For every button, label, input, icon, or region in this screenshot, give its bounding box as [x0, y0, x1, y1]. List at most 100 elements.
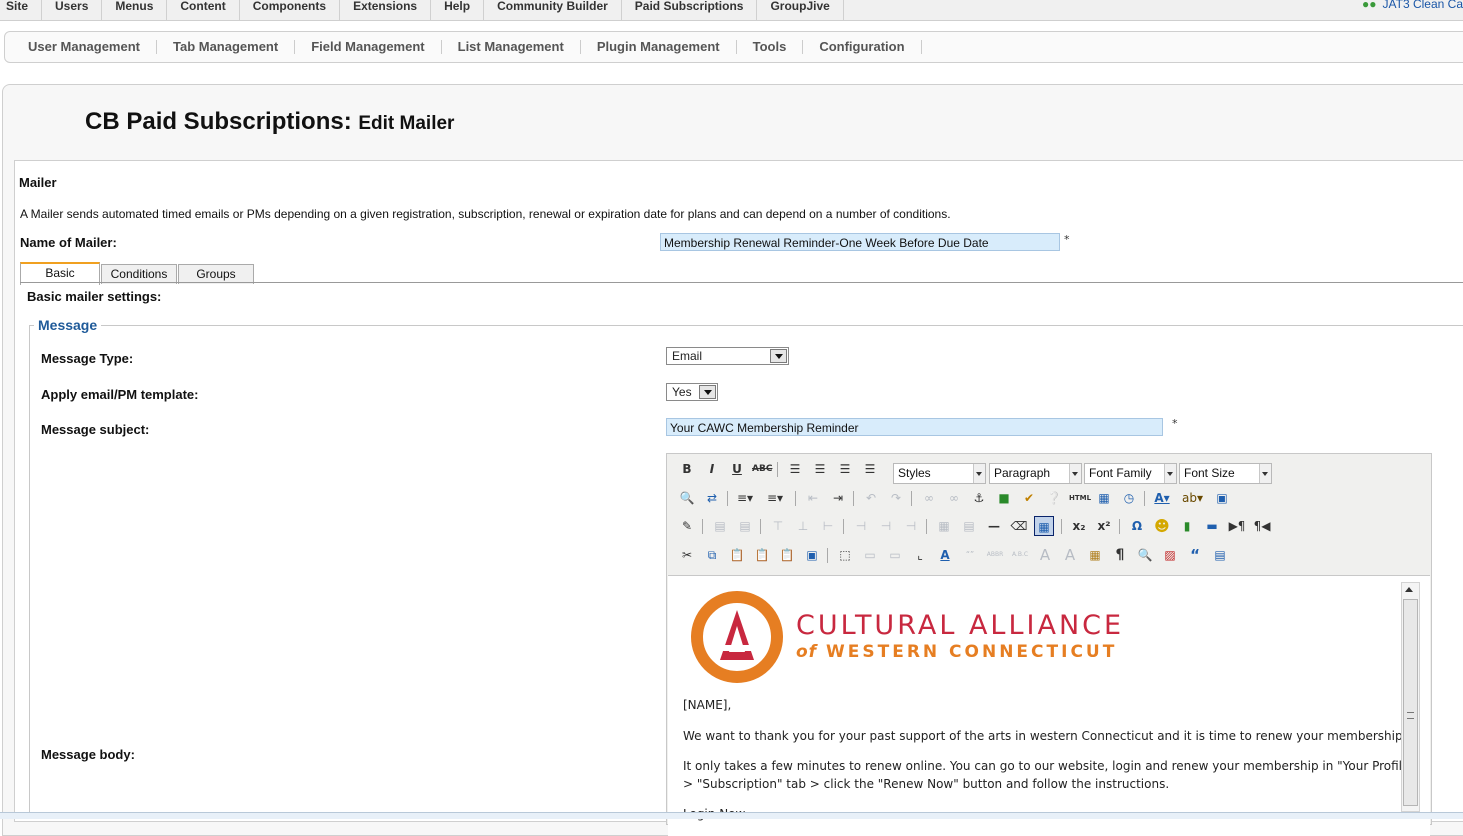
delete-row-icon[interactable]: ⊢ [818, 516, 838, 536]
bullet-list-icon[interactable]: ≡▾ [735, 488, 755, 508]
horizontal-rule-icon[interactable]: — [984, 516, 1004, 536]
help-icon[interactable]: ❔ [1044, 488, 1064, 508]
absolute-position-icon[interactable]: ⌞ [910, 545, 930, 565]
blockquote-icon[interactable]: “ [1185, 545, 1205, 565]
strikethrough-icon[interactable]: ABC [752, 459, 772, 479]
apply-template-select[interactable]: Yes [666, 383, 718, 401]
top-menu-community-builder[interactable]: Community Builder [484, 0, 622, 20]
sub-menu-user-management[interactable]: User Management [5, 40, 157, 54]
editor-scrollbar[interactable] [1401, 582, 1420, 812]
align-justify-icon[interactable]: ☰ [860, 459, 880, 479]
media-icon[interactable]: ▮ [1177, 516, 1197, 536]
undo-icon[interactable]: ↶ [861, 488, 881, 508]
insert-date-icon[interactable]: ▦ [1094, 488, 1114, 508]
top-menu-paid-subscriptions[interactable]: Paid Subscriptions [622, 0, 758, 20]
attributes-icon[interactable]: ▦ [1085, 545, 1105, 565]
anchor-icon[interactable]: ⚓ [969, 488, 989, 508]
split-cells-icon[interactable]: ▦ [934, 516, 954, 536]
align-left-icon[interactable]: ☰ [785, 459, 805, 479]
scrollbar-thumb[interactable] [1403, 599, 1418, 806]
insert-col-after-icon[interactable]: ⊣ [876, 516, 896, 536]
sub-menu-configuration[interactable]: Configuration [803, 40, 922, 54]
sub-menu-list-management[interactable]: List Management [442, 40, 581, 54]
rtl-icon[interactable]: ¶◀ [1252, 516, 1272, 536]
sub-menu-tools[interactable]: Tools [737, 40, 804, 54]
top-menu-menus[interactable]: Menus [102, 0, 168, 20]
cite-icon[interactable]: “” [960, 545, 980, 565]
insert-layer-icon[interactable]: ⬚ [835, 545, 855, 565]
top-menu-components[interactable]: Components [240, 0, 341, 20]
insertion-icon[interactable]: A [1060, 545, 1080, 565]
table-row-props-icon[interactable]: ▤ [710, 516, 730, 536]
message-type-select[interactable]: Email [666, 347, 789, 365]
paste-text-icon[interactable]: 📋 [752, 545, 772, 565]
chevron-down-icon[interactable] [1259, 464, 1271, 483]
italic-icon[interactable]: I [702, 459, 722, 479]
sub-menu-field-management[interactable]: Field Management [295, 40, 442, 54]
preview-icon[interactable]: 🔍 [1135, 545, 1155, 565]
top-menu-groupjive[interactable]: GroupJive [757, 0, 844, 20]
template-icon[interactable]: ▤ [1210, 545, 1230, 565]
table-cell-props-icon[interactable]: ▤ [735, 516, 755, 536]
top-menu-users[interactable]: Users [42, 0, 103, 20]
special-char-icon[interactable]: Ω [1127, 516, 1147, 536]
paragraph-dropdown[interactable]: Paragraph [989, 463, 1082, 484]
emoticons-icon[interactable]: ☻ [1152, 516, 1172, 536]
font-size-dropdown[interactable]: Font Size [1179, 463, 1272, 484]
non-breaking-icon[interactable]: ▨ [1160, 545, 1180, 565]
ltr-icon[interactable]: ▶¶ [1227, 516, 1247, 536]
deletion-icon[interactable]: A [1035, 545, 1055, 565]
message-subject-input[interactable]: Your CAWC Membership Reminder [666, 418, 1163, 436]
text-color-icon[interactable]: A▾ [1152, 488, 1172, 508]
select-all-icon[interactable]: ▣ [802, 545, 822, 565]
html-source-icon[interactable]: HTML [1069, 488, 1091, 508]
remove-format-icon[interactable]: ⌫ [1009, 516, 1029, 536]
numbered-list-icon[interactable]: ≡▾ [765, 488, 785, 508]
font-family-dropdown[interactable]: Font Family [1084, 463, 1177, 484]
link-icon[interactable]: ∞ [919, 488, 939, 508]
chevron-down-icon[interactable] [973, 464, 985, 483]
chevron-down-icon[interactable] [1069, 464, 1081, 483]
insert-col-before-icon[interactable]: ⊣ [851, 516, 871, 536]
insert-row-before-icon[interactable]: ⊤ [768, 516, 788, 536]
sub-menu-plugin-management[interactable]: Plugin Management [581, 40, 737, 54]
image-icon[interactable]: ■ [994, 488, 1014, 508]
tab-groups[interactable]: Groups [178, 264, 254, 284]
indent-icon[interactable]: ⇥ [828, 488, 848, 508]
visual-aid-icon[interactable]: ▦ [1034, 516, 1054, 536]
move-forward-icon[interactable]: ▭ [860, 545, 880, 565]
chevron-down-icon[interactable] [1164, 464, 1176, 483]
bold-icon[interactable]: B [677, 459, 697, 479]
insert-row-after-icon[interactable]: ⊥ [793, 516, 813, 536]
top-menu-help[interactable]: Help [431, 0, 485, 20]
name-of-mailer-input[interactable]: Membership Renewal Reminder-One Week Bef… [660, 233, 1060, 251]
insert-time-icon[interactable]: ◷ [1119, 488, 1139, 508]
cleanup-icon[interactable]: ✔ [1019, 488, 1039, 508]
cut-icon[interactable]: ✂ [677, 545, 697, 565]
move-backward-icon[interactable]: ▭ [885, 545, 905, 565]
merge-cells-icon[interactable]: ▤ [959, 516, 979, 536]
superscript-icon[interactable]: x² [1094, 516, 1114, 536]
underline-icon[interactable]: U [727, 459, 747, 479]
sub-menu-tab-management[interactable]: Tab Management [157, 40, 296, 54]
find-icon[interactable]: 🔍 [677, 488, 697, 508]
top-menu-content[interactable]: Content [167, 0, 240, 20]
delete-col-icon[interactable]: ⊣ [901, 516, 921, 536]
unlink-icon[interactable]: ∞ [944, 488, 964, 508]
fullscreen-icon[interactable]: ▣ [1212, 488, 1232, 508]
advanced-hr-icon[interactable]: ▬ [1202, 516, 1222, 536]
scroll-up-arrow-icon[interactable] [1405, 587, 1413, 592]
paste-icon[interactable]: 📋 [727, 545, 747, 565]
align-right-icon[interactable]: ☰ [835, 459, 855, 479]
paste-word-icon[interactable]: 📋 [777, 545, 797, 565]
editor-content-area[interactable]: CULTURAL ALLIANCE of WESTERN CONNECTICUT… [668, 575, 1430, 836]
top-menu-extensions[interactable]: Extensions [340, 0, 432, 20]
template-link[interactable]: ●● JAT3 Clean Ca [1362, 0, 1463, 11]
redo-icon[interactable]: ↷ [886, 488, 906, 508]
outdent-icon[interactable]: ⇤ [803, 488, 823, 508]
chevron-down-icon[interactable] [699, 385, 716, 399]
copy-icon[interactable]: ⧉ [702, 545, 722, 565]
acronym-icon[interactable]: A.B.C [1010, 545, 1030, 565]
styleprops-icon[interactable]: A [935, 545, 955, 565]
show-blocks-icon[interactable]: ¶ [1110, 545, 1130, 565]
